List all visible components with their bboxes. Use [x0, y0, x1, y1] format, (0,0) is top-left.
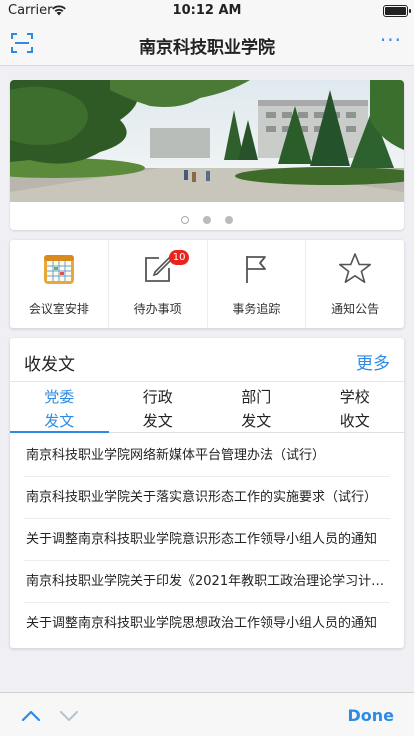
tab-label-line2: 发文: [241, 412, 272, 430]
battery-icon: [383, 5, 411, 17]
tab-label-line2: 发文: [44, 412, 75, 430]
banner-carousel[interactable]: [10, 80, 404, 230]
carousel-dot[interactable]: [225, 216, 233, 224]
tab-label-line1: 学校: [339, 388, 370, 406]
tab-label-line1: 部门: [241, 388, 272, 406]
carousel-page-indicator[interactable]: [10, 209, 404, 228]
tab-department-outgoing[interactable]: 部门 发文: [207, 382, 306, 432]
tab-label-line2: 收文: [339, 412, 370, 430]
document-list: 南京科技职业学院网络新媒体平台管理办法（试行） 南京科技职业学院关于落实意识形态…: [10, 435, 404, 645]
calendar-grid-icon: [43, 255, 74, 284]
more-options-button[interactable]: ···: [380, 28, 402, 52]
document-tabs: 党委 发文 行政 发文 部门 发文 学校 收文: [10, 381, 404, 433]
tab-admin-outgoing[interactable]: 行政 发文: [109, 382, 208, 432]
done-button[interactable]: Done: [347, 706, 394, 725]
todo-button[interactable]: 10 待办事项: [109, 240, 208, 328]
section-title: 收发文: [24, 355, 75, 375]
list-item[interactable]: 关于调整南京科技职业学院思想政治工作领导小组人员的通知: [24, 603, 390, 645]
tab-label-line1: 党委: [44, 388, 75, 406]
chevron-up-icon[interactable]: [20, 705, 42, 727]
tab-label-line1: 行政: [142, 388, 173, 406]
campus-photo: [10, 80, 404, 202]
clock: 10:12 AM: [172, 3, 242, 18]
quick-action-label: 会议室安排: [28, 302, 89, 316]
list-item[interactable]: 南京科技职业学院关于印发《2021年教职工政治理论学习计划》的通知: [24, 561, 390, 603]
page-title: 南京科技职业学院: [139, 38, 275, 58]
input-accessory-toolbar: Done: [0, 692, 414, 736]
tab-party-outgoing[interactable]: 党委 发文: [10, 382, 109, 433]
announcements-button[interactable]: 通知公告: [306, 240, 404, 328]
star-icon: [339, 253, 372, 283]
tab-school-incoming[interactable]: 学校 收文: [306, 382, 405, 432]
quick-action-label: 通知公告: [331, 302, 380, 316]
list-item[interactable]: 关于调整南京科技职业学院意识形态工作领导小组人员的通知: [24, 519, 390, 561]
list-item[interactable]: 南京科技职业学院关于落实意识形态工作的实施要求（试行）: [24, 477, 390, 519]
carousel-dot[interactable]: [203, 216, 211, 224]
meeting-room-button[interactable]: 会议室安排: [10, 240, 109, 328]
carousel-dot[interactable]: [181, 216, 189, 224]
documents-panel: 收发文 更多 党委 发文 行政 发文 部门 发文 学校 收文 南京科技职业学院网…: [10, 338, 404, 648]
quick-action-label: 待办事项: [133, 302, 182, 316]
navigation-bar: 南京科技职业学院 ···: [0, 22, 414, 66]
quick-action-label: 事务追踪: [232, 302, 281, 316]
flag-icon: [246, 256, 267, 283]
tab-label-line2: 发文: [142, 412, 173, 430]
more-link[interactable]: 更多: [356, 349, 390, 374]
quick-actions: 会议室安排 10 待办事项 事务追踪 通知公告: [10, 240, 404, 328]
tracking-button[interactable]: 事务追踪: [208, 240, 307, 328]
list-item[interactable]: 南京科技职业学院网络新媒体平台管理办法（试行）: [24, 435, 390, 477]
todo-count-badge: 10: [168, 250, 190, 265]
status-bar: Carrier 10:12 AM: [0, 0, 414, 22]
chevron-down-icon[interactable]: [58, 705, 80, 727]
